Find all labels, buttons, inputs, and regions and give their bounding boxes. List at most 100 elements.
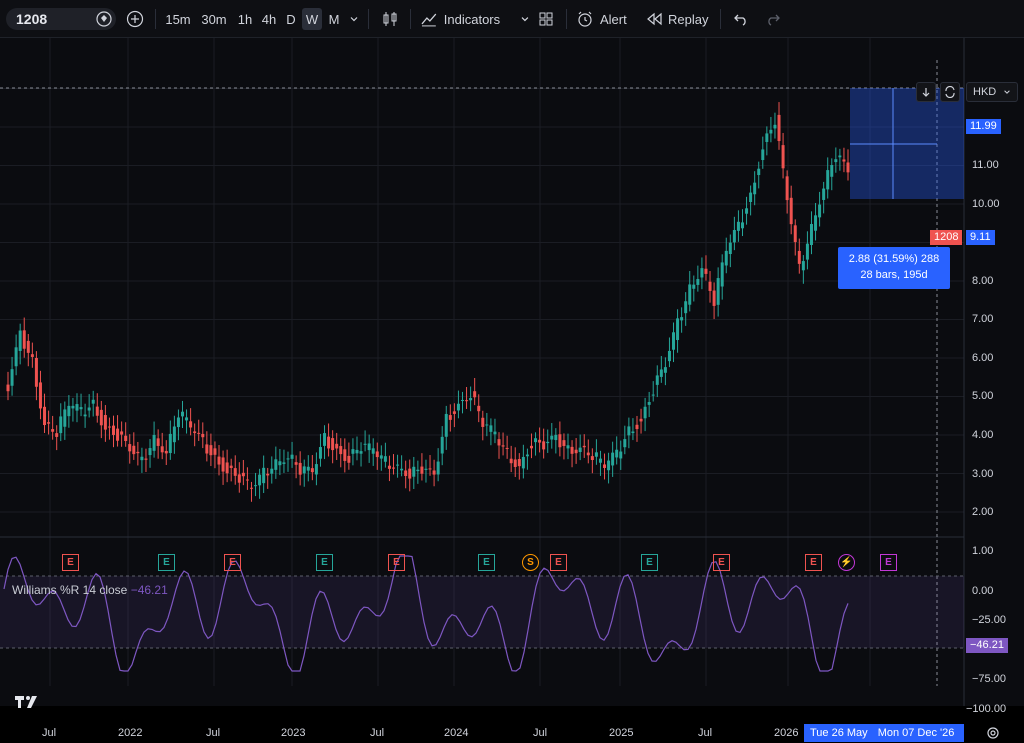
candle-body	[663, 367, 667, 373]
candle-body	[428, 468, 432, 470]
candle-body	[785, 176, 789, 201]
earnings-icon[interactable]: E	[880, 554, 897, 571]
interval-4h[interactable]: 4h	[258, 8, 280, 30]
add-symbol-button[interactable]	[124, 8, 146, 30]
arrow-down-icon	[922, 88, 930, 97]
indicator-tick: −25.00	[972, 614, 1006, 626]
interval-15m[interactable]: 15m	[163, 8, 193, 30]
earnings-icon[interactable]: E	[478, 554, 495, 571]
scroll-to-latest-button[interactable]	[916, 82, 936, 102]
earnings-icon[interactable]: E	[388, 554, 405, 571]
candle-body	[343, 449, 347, 461]
layouts-button[interactable]	[535, 8, 557, 30]
measure-line-2: 28 bars, 195d	[860, 269, 928, 281]
diamond-icon[interactable]	[96, 11, 112, 27]
alert-button[interactable]: Alert	[576, 8, 636, 30]
candle-body	[728, 242, 732, 255]
candle-body	[107, 426, 111, 428]
candle-body	[124, 435, 128, 441]
earnings-icon[interactable]: E	[62, 554, 79, 571]
candle-body	[432, 470, 436, 475]
candle-body	[47, 422, 51, 424]
interval-w[interactable]: W	[302, 8, 322, 30]
candle-body	[603, 464, 607, 468]
interval-dropdown[interactable]	[346, 8, 362, 30]
tradingview-logo[interactable]	[14, 694, 42, 710]
candle-body	[781, 145, 785, 169]
candle-body	[201, 433, 205, 438]
earnings-icon[interactable]: E	[550, 554, 567, 571]
indicators-button[interactable]: Indicators	[420, 8, 530, 30]
candle-body	[542, 441, 546, 450]
interval-30m[interactable]: 30m	[198, 8, 230, 30]
candle-body	[55, 433, 59, 437]
indicator-tick: −75.00	[972, 673, 1006, 685]
interval-m[interactable]: M	[324, 8, 344, 30]
settings-button[interactable]	[986, 726, 1000, 740]
candle-body	[323, 433, 327, 446]
candle-body	[586, 452, 590, 456]
candles-icon	[383, 12, 397, 26]
replay-button[interactable]: Replay	[646, 8, 712, 30]
price-chart[interactable]	[0, 38, 1024, 706]
candle-body	[745, 208, 749, 214]
indicator-legend[interactable]: Williams %R 14 close −46.21	[12, 583, 168, 597]
candle-body	[578, 447, 582, 453]
candle-body	[6, 384, 10, 392]
time-label: 2023	[281, 727, 306, 739]
candle-body	[136, 451, 140, 454]
auto-scale-button[interactable]	[940, 82, 960, 102]
candle-body	[168, 433, 172, 454]
candle-body	[607, 460, 611, 471]
candle-body	[286, 458, 290, 460]
divider	[566, 9, 567, 29]
symbol-search[interactable]: 1208	[6, 8, 116, 30]
candle-body	[834, 159, 838, 163]
candle-body	[842, 159, 846, 162]
candle-body	[290, 454, 294, 459]
candle-body	[375, 451, 379, 458]
candle-body	[266, 473, 270, 476]
candle-body	[684, 301, 688, 314]
divider	[155, 9, 156, 29]
candle-body	[420, 466, 424, 474]
indicator-value: −46.21	[130, 583, 168, 597]
alert-label: Alert	[600, 11, 627, 27]
candle-body	[225, 462, 229, 474]
indicator-tick: 0.00	[972, 585, 994, 597]
earnings-icon[interactable]: E	[224, 554, 241, 571]
split-icon[interactable]: S	[522, 554, 539, 571]
undo-button[interactable]	[730, 8, 752, 30]
redo-button[interactable]	[762, 8, 784, 30]
candle-body	[249, 487, 253, 489]
candle-body	[335, 443, 339, 449]
earnings-icon[interactable]: E	[805, 554, 822, 571]
lightning-icon[interactable]: ⚡	[838, 554, 855, 571]
earnings-icon[interactable]: E	[713, 554, 730, 571]
earnings-icon[interactable]: E	[316, 554, 333, 571]
candle-body	[761, 149, 765, 161]
candle-body	[379, 455, 383, 459]
earnings-icon[interactable]: E	[641, 554, 658, 571]
candle-body	[627, 426, 631, 436]
candle-body	[278, 461, 282, 466]
chart-type-button[interactable]	[378, 8, 402, 30]
price-tick: 11.00	[972, 159, 999, 171]
candle-body	[26, 340, 30, 353]
candle-body	[611, 452, 615, 466]
earnings-icon[interactable]: E	[158, 554, 175, 571]
refresh-icon	[945, 86, 955, 98]
candle-body	[538, 439, 542, 443]
candle-body	[87, 407, 91, 411]
candle-body	[436, 461, 440, 475]
interval-1h[interactable]: 1h	[234, 8, 256, 30]
candle-body	[217, 456, 221, 465]
candle-body	[757, 168, 761, 176]
candle-body	[91, 399, 95, 404]
interval-d[interactable]: D	[282, 8, 300, 30]
high-price-tag: 11.99	[966, 119, 1001, 134]
chart-area[interactable]: 11.00 10.00 8.00 7.00 6.00 5.00 4.00 3.0…	[0, 38, 1024, 742]
candle-body	[152, 434, 156, 451]
currency-select[interactable]: HKD	[966, 82, 1018, 102]
candle-body	[408, 468, 412, 479]
